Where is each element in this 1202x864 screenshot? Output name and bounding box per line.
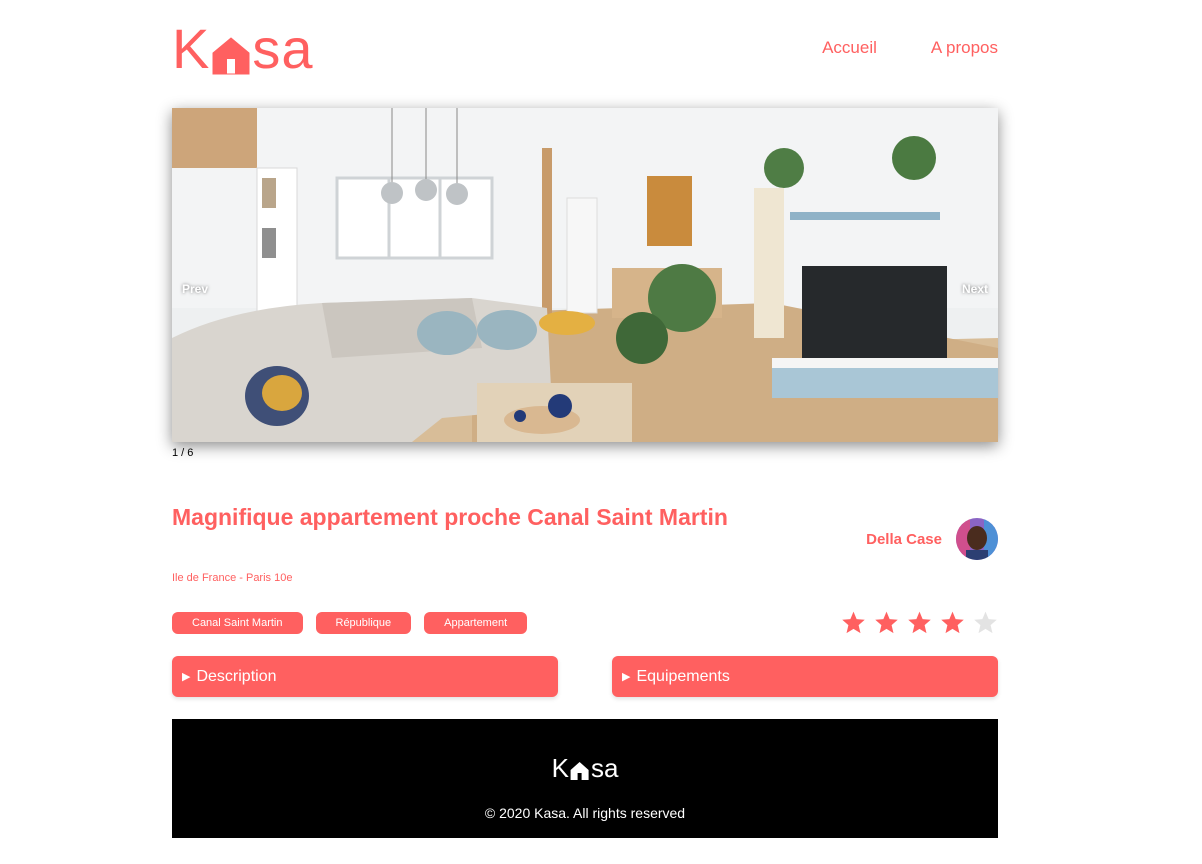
star-icon: [875, 611, 898, 634]
equipments-label: Equipements: [636, 667, 730, 685]
description-collapse[interactable]: ▶ Description: [172, 656, 558, 697]
tag: République: [315, 612, 412, 634]
listing-location: Ile de France - Paris 10e: [172, 572, 293, 584]
equipments-collapse[interactable]: ▶ Equipements: [612, 656, 998, 697]
tag: Canal Saint Martin: [172, 612, 303, 634]
description-label: Description: [196, 667, 277, 685]
host-name: Della Case: [866, 530, 942, 548]
host-avatar: [956, 518, 998, 560]
kasa-logo[interactable]: K sa: [172, 17, 314, 80]
rating-stars: [841, 610, 998, 635]
carousel-counter: 1 / 6: [172, 447, 194, 459]
triangle-right-icon: ▶: [182, 671, 191, 683]
main-nav: Accueil A propos: [822, 38, 998, 58]
image-carousel: Prev Next: [172, 108, 998, 442]
footer: K sa © 2020 Kasa. All rights reserved: [172, 719, 998, 838]
house-icon: [212, 37, 250, 75]
footer-logo-letters-sa: sa: [590, 753, 619, 783]
host-info: Della Case: [866, 518, 998, 560]
nav-link-home[interactable]: Accueil: [822, 38, 877, 58]
copyright-text: © 2020 Kasa. All rights reserved: [484, 805, 686, 821]
house-icon: [570, 762, 589, 780]
footer-logo-letter-k: K: [551, 753, 569, 783]
star-icon: [842, 611, 865, 634]
nav-link-about[interactable]: A propos: [931, 38, 998, 58]
triangle-right-icon: ▶: [622, 671, 631, 683]
footer-logo: K sa: [552, 755, 619, 781]
logo-letters-sa: sa: [252, 17, 314, 80]
star-icon: [941, 611, 964, 634]
logo-letter-k: K: [172, 17, 211, 80]
tag: Appartement: [424, 612, 528, 634]
header: K sa Accueil A propos: [172, 17, 998, 80]
star-icon: [908, 611, 931, 634]
carousel-next-button[interactable]: Next: [962, 282, 988, 296]
star-icon: [974, 611, 997, 634]
carousel-prev-button[interactable]: Prev: [182, 282, 208, 296]
apartment-photo: [172, 108, 998, 442]
